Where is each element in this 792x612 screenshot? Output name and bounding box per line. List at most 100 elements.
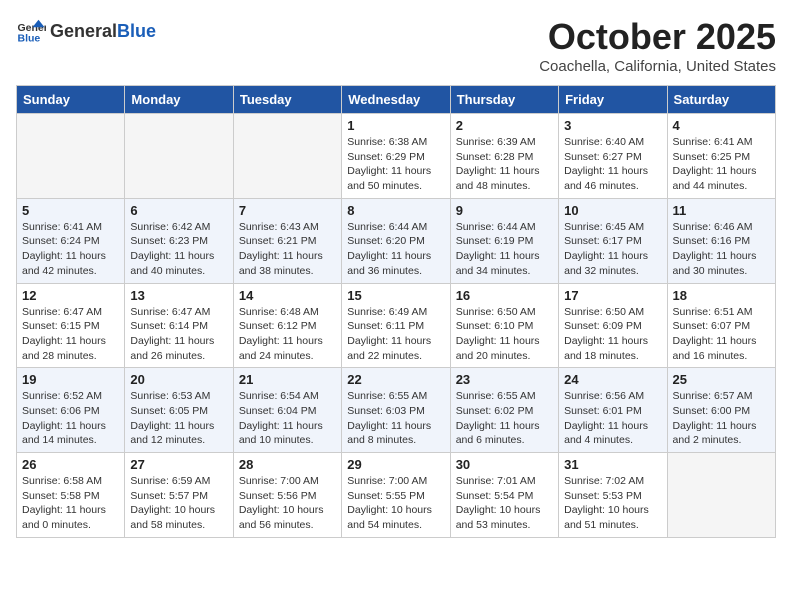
- calendar-cell: 2Sunrise: 6:39 AMSunset: 6:28 PMDaylight…: [450, 114, 558, 199]
- cell-info-line: Sunset: 6:02 PM: [456, 404, 553, 419]
- day-number: 29: [347, 457, 444, 472]
- svg-text:Blue: Blue: [18, 33, 41, 45]
- calendar-cell: 21Sunrise: 6:54 AMSunset: 6:04 PMDayligh…: [233, 368, 341, 453]
- week-row-4: 19Sunrise: 6:52 AMSunset: 6:06 PMDayligh…: [17, 368, 776, 453]
- week-row-5: 26Sunrise: 6:58 AMSunset: 5:58 PMDayligh…: [17, 453, 776, 538]
- cell-info-line: and 20 minutes.: [456, 349, 553, 364]
- day-number: 27: [130, 457, 227, 472]
- day-number: 4: [673, 118, 770, 133]
- cell-info-line: Sunrise: 6:48 AM: [239, 305, 336, 320]
- cell-info-line: Daylight: 11 hours: [456, 334, 553, 349]
- day-number: 6: [130, 203, 227, 218]
- column-header-friday: Friday: [559, 86, 667, 114]
- cell-info-line: Daylight: 11 hours: [22, 334, 119, 349]
- cell-info-line: Sunrise: 6:38 AM: [347, 135, 444, 150]
- calendar-cell: 5Sunrise: 6:41 AMSunset: 6:24 PMDaylight…: [17, 198, 125, 283]
- cell-info-line: Sunset: 6:29 PM: [347, 150, 444, 165]
- calendar-cell: [233, 114, 341, 199]
- cell-info-line: Daylight: 11 hours: [22, 249, 119, 264]
- cell-info-line: Sunset: 6:14 PM: [130, 319, 227, 334]
- cell-info-line: and 10 minutes.: [239, 433, 336, 448]
- cell-info-line: and 6 minutes.: [456, 433, 553, 448]
- cell-info-line: Sunset: 5:56 PM: [239, 489, 336, 504]
- cell-info-line: Sunset: 6:11 PM: [347, 319, 444, 334]
- cell-info-line: Sunset: 6:09 PM: [564, 319, 661, 334]
- cell-info-line: and 22 minutes.: [347, 349, 444, 364]
- cell-info-line: and 44 minutes.: [673, 179, 770, 194]
- cell-info-line: Daylight: 11 hours: [239, 419, 336, 434]
- cell-info-line: Daylight: 11 hours: [347, 164, 444, 179]
- day-number: 15: [347, 288, 444, 303]
- calendar-cell: 29Sunrise: 7:00 AMSunset: 5:55 PMDayligh…: [342, 453, 450, 538]
- cell-info-line: Sunrise: 6:47 AM: [22, 305, 119, 320]
- cell-info-line: and 0 minutes.: [22, 518, 119, 533]
- cell-info-line: Sunset: 6:12 PM: [239, 319, 336, 334]
- cell-info-line: and 4 minutes.: [564, 433, 661, 448]
- cell-info-line: Daylight: 11 hours: [564, 249, 661, 264]
- cell-info-line: Sunset: 6:04 PM: [239, 404, 336, 419]
- cell-info-line: and 58 minutes.: [130, 518, 227, 533]
- cell-info-line: Daylight: 11 hours: [347, 334, 444, 349]
- cell-info-line: Daylight: 11 hours: [673, 164, 770, 179]
- day-number: 19: [22, 372, 119, 387]
- cell-info-line: and 50 minutes.: [347, 179, 444, 194]
- day-number: 24: [564, 372, 661, 387]
- header-row: SundayMondayTuesdayWednesdayThursdayFrid…: [17, 86, 776, 114]
- cell-info-line: Sunrise: 6:46 AM: [673, 220, 770, 235]
- cell-info-line: Sunrise: 6:43 AM: [239, 220, 336, 235]
- day-number: 5: [22, 203, 119, 218]
- cell-info-line: and 40 minutes.: [130, 264, 227, 279]
- cell-info-line: and 26 minutes.: [130, 349, 227, 364]
- column-header-thursday: Thursday: [450, 86, 558, 114]
- cell-info-line: Sunset: 6:25 PM: [673, 150, 770, 165]
- cell-info-line: Sunset: 6:16 PM: [673, 234, 770, 249]
- location-title: Coachella, California, United States: [539, 58, 776, 75]
- day-number: 11: [673, 203, 770, 218]
- calendar-cell: 20Sunrise: 6:53 AMSunset: 6:05 PMDayligh…: [125, 368, 233, 453]
- column-header-sunday: Sunday: [17, 86, 125, 114]
- cell-info-line: Sunrise: 6:41 AM: [22, 220, 119, 235]
- day-number: 25: [673, 372, 770, 387]
- cell-info-line: and 36 minutes.: [347, 264, 444, 279]
- calendar-cell: [125, 114, 233, 199]
- cell-info-line: Daylight: 11 hours: [564, 334, 661, 349]
- calendar-cell: [17, 114, 125, 199]
- cell-info-line: and 18 minutes.: [564, 349, 661, 364]
- calendar-cell: 7Sunrise: 6:43 AMSunset: 6:21 PMDaylight…: [233, 198, 341, 283]
- header: General Blue GeneralBlue October 2025 Co…: [16, 16, 776, 75]
- cell-info-line: Sunset: 6:10 PM: [456, 319, 553, 334]
- cell-info-line: Daylight: 11 hours: [347, 249, 444, 264]
- cell-info-line: Sunrise: 6:57 AM: [673, 389, 770, 404]
- cell-info-line: Sunset: 5:54 PM: [456, 489, 553, 504]
- cell-info-line: Daylight: 11 hours: [22, 503, 119, 518]
- calendar-cell: 8Sunrise: 6:44 AMSunset: 6:20 PMDaylight…: [342, 198, 450, 283]
- cell-info-line: Sunset: 5:58 PM: [22, 489, 119, 504]
- cell-info-line: and 32 minutes.: [564, 264, 661, 279]
- day-number: 30: [456, 457, 553, 472]
- cell-info-line: Sunset: 6:15 PM: [22, 319, 119, 334]
- column-header-tuesday: Tuesday: [233, 86, 341, 114]
- calendar-cell: 10Sunrise: 6:45 AMSunset: 6:17 PMDayligh…: [559, 198, 667, 283]
- cell-info-line: Daylight: 11 hours: [239, 334, 336, 349]
- cell-info-line: and 28 minutes.: [22, 349, 119, 364]
- week-row-1: 1Sunrise: 6:38 AMSunset: 6:29 PMDaylight…: [17, 114, 776, 199]
- day-number: 10: [564, 203, 661, 218]
- cell-info-line: Daylight: 11 hours: [130, 249, 227, 264]
- calendar-cell: 18Sunrise: 6:51 AMSunset: 6:07 PMDayligh…: [667, 283, 775, 368]
- calendar-cell: 16Sunrise: 6:50 AMSunset: 6:10 PMDayligh…: [450, 283, 558, 368]
- cell-info-line: Sunset: 6:05 PM: [130, 404, 227, 419]
- cell-info-line: Daylight: 11 hours: [456, 164, 553, 179]
- cell-info-line: and 51 minutes.: [564, 518, 661, 533]
- cell-info-line: Daylight: 11 hours: [564, 419, 661, 434]
- calendar-cell: 19Sunrise: 6:52 AMSunset: 6:06 PMDayligh…: [17, 368, 125, 453]
- cell-info-line: Daylight: 10 hours: [456, 503, 553, 518]
- cell-info-line: Sunset: 6:23 PM: [130, 234, 227, 249]
- calendar-cell: 17Sunrise: 6:50 AMSunset: 6:09 PMDayligh…: [559, 283, 667, 368]
- logo: General Blue GeneralBlue: [16, 16, 156, 46]
- cell-info-line: Sunrise: 6:59 AM: [130, 474, 227, 489]
- cell-info-line: and 54 minutes.: [347, 518, 444, 533]
- column-header-monday: Monday: [125, 86, 233, 114]
- cell-info-line: Sunset: 6:03 PM: [347, 404, 444, 419]
- cell-info-line: Sunset: 6:19 PM: [456, 234, 553, 249]
- cell-info-line: Daylight: 11 hours: [456, 419, 553, 434]
